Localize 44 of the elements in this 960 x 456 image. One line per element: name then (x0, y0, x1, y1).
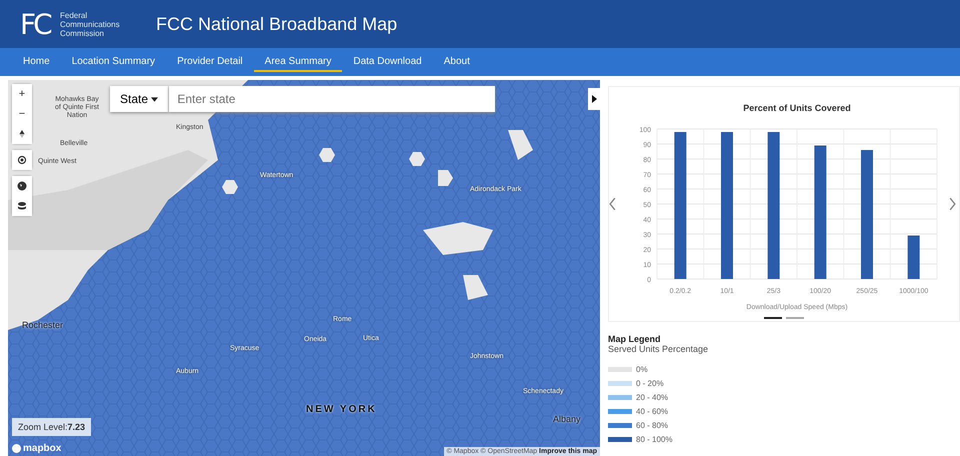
zoom-level-indicator: Zoom Level:7.23 (12, 418, 92, 436)
locate-button[interactable] (12, 150, 32, 170)
agency-name: Communications (60, 20, 121, 28)
legend-label: 40 - 60% (636, 406, 668, 416)
nav-tab[interactable]: Location Summary (60, 52, 166, 72)
map-place-label: NEW YORK (306, 404, 377, 415)
legend-label: 20 - 40% (636, 392, 668, 402)
legend-label: 0% (636, 364, 648, 374)
nav-tab[interactable]: About (432, 52, 481, 72)
chart-title: Percent of Units Covered (743, 103, 851, 113)
nav-tab[interactable]: Provider Detail (166, 52, 254, 72)
mapbox-logo: mapbox (12, 443, 62, 454)
triangle-right-icon (592, 95, 596, 103)
map-place-label: Rochester (22, 320, 64, 330)
legend-label: 60 - 80% (636, 420, 668, 430)
compass-icon (17, 129, 27, 139)
bar (908, 236, 920, 279)
nav-tab[interactable]: Home (12, 52, 61, 72)
layers-button[interactable] (12, 196, 32, 216)
nav-tab[interactable]: Area Summary (254, 52, 342, 72)
caret-icon (151, 97, 158, 102)
agency-name: Commission (60, 28, 106, 38)
collapse-panel-button[interactable] (588, 88, 600, 110)
compass-button[interactable] (12, 124, 32, 144)
state-dropdown[interactable]: State (110, 86, 170, 112)
fcc-logo-icon: FC (20, 9, 54, 39)
legend-title: Map Legend (608, 334, 662, 344)
agency-name: Federal (60, 10, 88, 20)
globe-icon (17, 181, 27, 191)
globe-button[interactable] (12, 176, 32, 196)
search-field[interactable]: Enter state (169, 86, 496, 112)
chevron-right-icon (949, 197, 956, 211)
target-icon (17, 155, 27, 165)
site-title: FCC National Broadband Map (156, 14, 398, 34)
legend-label: 0 - 20% (636, 378, 664, 388)
legend-label: 80 - 100% (636, 434, 672, 444)
map-zoom-button[interactable]: − (12, 104, 32, 124)
legend-subtitle: Served Units Percentage (608, 344, 710, 354)
layers-icon (17, 201, 27, 211)
map-area[interactable] (8, 80, 600, 456)
map-place-label: Albany (553, 414, 581, 424)
map-zoom-button[interactable]: + (12, 84, 32, 104)
nav-tab[interactable]: Data Download (342, 52, 433, 72)
chevron-left-icon (609, 197, 616, 211)
